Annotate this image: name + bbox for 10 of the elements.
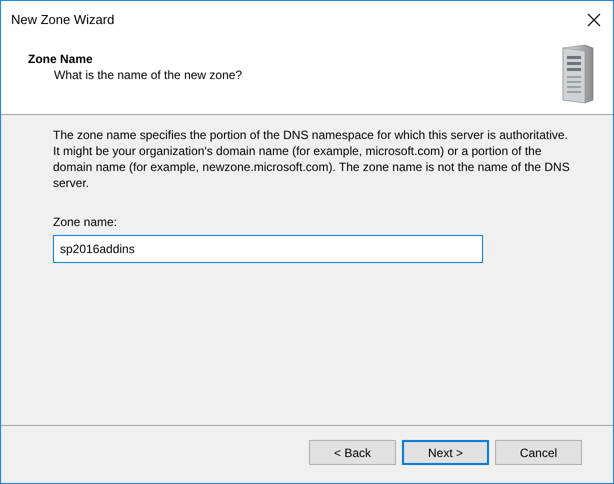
wizard-button[interactable]: Next > (402, 440, 489, 465)
page-subtitle: What is the name of the new zone? (54, 68, 242, 82)
wizard-button[interactable]: < Back (309, 440, 396, 465)
page-title: Zone Name (28, 52, 94, 66)
zone-name-label: Zone name: (53, 215, 118, 229)
window-title: New Zone Wizard (11, 12, 114, 27)
zone-name-field[interactable]: sp2016addins (53, 235, 483, 263)
close-icon[interactable] (587, 12, 601, 26)
description-text: The zone name specifies the portion of the DNS namespace for which this server is authoritative. It might be your organization's domain name (for example, microsoft.com) or a portion of the domain name (for example, newzone.microsoft.com). The zone name is not the name of the DNS server. (53, 127, 571, 191)
wizard-button[interactable]: Cancel (495, 440, 582, 465)
